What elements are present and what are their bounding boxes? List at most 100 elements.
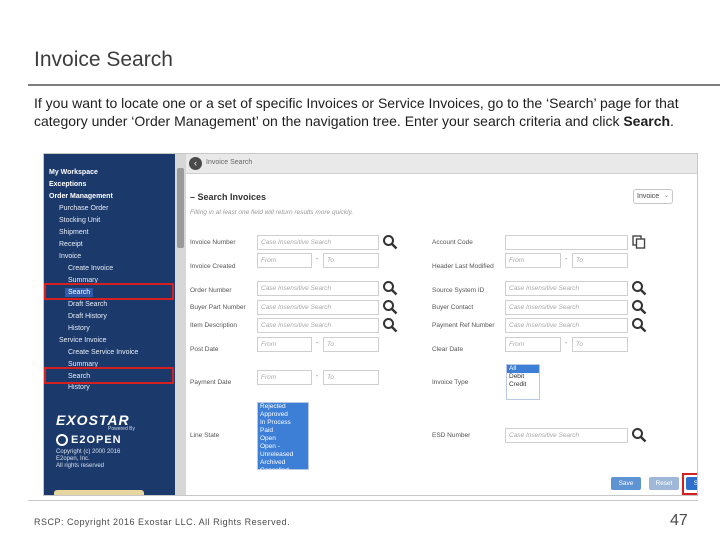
invoice-type-option[interactable]: Credit <box>507 381 539 389</box>
item-description-label: Item Description <box>190 322 237 329</box>
nav-scrollbar[interactable] <box>175 154 186 495</box>
page-topbar: ‹ Invoice Search <box>186 154 697 174</box>
payment-ref-number-search-icon[interactable] <box>631 317 647 333</box>
buyer-part-number-input[interactable]: Case Insensitive Search <box>257 300 379 315</box>
order-number-search-icon[interactable] <box>382 280 398 296</box>
source-system-id-search-icon[interactable] <box>631 280 647 296</box>
esd-number-search-icon[interactable] <box>631 427 647 443</box>
esd-number-input[interactable]: Case Insensitive Search <box>505 428 628 443</box>
back-icon[interactable]: ‹ <box>189 157 202 170</box>
description-end: . <box>670 113 674 129</box>
topbar-title: Invoice Search <box>206 159 253 166</box>
source-system-id-input[interactable]: Case Insensitive Search <box>505 281 628 296</box>
section-title[interactable]: – Search Invoices <box>190 192 266 202</box>
post-date-from[interactable]: From <box>257 337 312 352</box>
payment-ref-number-label: Payment Ref Number <box>432 322 495 329</box>
title-divider <box>28 84 720 86</box>
nav-create-service-invoice[interactable]: Create Service Invoice <box>68 348 138 357</box>
payment-date-to[interactable]: To <box>323 370 379 385</box>
nav-stocking-unit[interactable]: Stocking Unit <box>59 216 100 225</box>
search-type-select[interactable]: Invoice ⌄ <box>633 189 673 204</box>
order-number-label: Order Number <box>190 287 232 294</box>
invoice-created-to[interactable]: To <box>323 253 379 268</box>
invoice-number-label: Invoice Number <box>190 239 236 246</box>
search-type-value: Invoice <box>637 193 660 200</box>
source-system-id-label: Source System ID <box>432 287 485 294</box>
nav-invoice[interactable]: Invoice <box>59 252 81 261</box>
nav-service-invoice-history[interactable]: History <box>68 383 90 392</box>
item-description-input[interactable]: Case Insensitive Search <box>257 318 379 333</box>
buyer-contact-search-icon[interactable] <box>631 299 647 315</box>
nav-order-management[interactable]: Order Management <box>49 192 113 201</box>
line-state-option[interactable]: Archived <box>258 459 308 467</box>
invoice-number-search-icon[interactable] <box>382 234 398 250</box>
header-last-modified-from[interactable]: From <box>505 253 561 268</box>
nav-bottom-tab[interactable] <box>54 490 144 495</box>
date-range-dash: - <box>565 340 568 347</box>
buyer-contact-input[interactable]: Case Insensitive Search <box>505 300 628 315</box>
search-hint: Filling in at least one field will retur… <box>190 209 354 216</box>
header-last-modified-label: Header Last Modified <box>432 263 494 270</box>
payment-date-label: Payment Date <box>190 379 232 386</box>
line-state-option[interactable]: In Process <box>258 419 308 427</box>
invoice-type-option[interactable]: Debit <box>507 373 539 381</box>
invoice-type-label: Invoice Type <box>432 379 469 386</box>
post-date-label: Post Date <box>190 346 219 353</box>
footer-copyright: RSCP: Copyright 2016 Exostar LLC. All Ri… <box>34 517 291 527</box>
date-range-dash: - <box>316 340 319 347</box>
highlight-invoice-search <box>44 283 174 300</box>
nav-receipt[interactable]: Receipt <box>59 240 83 249</box>
nav-draft-search[interactable]: Draft Search <box>68 300 107 309</box>
esd-number-label: ESD Number <box>432 432 471 439</box>
nav-exceptions[interactable]: Exceptions <box>49 180 86 189</box>
buyer-contact-label: Buyer Contact <box>432 304 474 311</box>
exostar-logo: EXOSTAR Powered By E2OPEN Copyright (c) … <box>56 412 166 470</box>
clear-date-to[interactable]: To <box>572 337 628 352</box>
copyright-line: All rights reserved <box>56 463 105 469</box>
description-bold-search: Search <box>623 113 671 129</box>
nav-draft-history[interactable]: Draft History <box>68 312 107 321</box>
invoice-number-input[interactable]: Case Insensitive Search <box>257 235 379 250</box>
clear-date-from[interactable]: From <box>505 337 561 352</box>
line-state-option[interactable]: Cancelled <box>258 467 308 475</box>
line-state-listbox[interactable]: Rejected Approved In Process Paid Open O… <box>257 402 309 474</box>
line-state-option[interactable]: Paid <box>258 427 308 435</box>
chevron-down-icon: ⌄ <box>663 193 669 199</box>
line-state-option[interactable]: Approved <box>258 411 308 419</box>
buyer-part-number-search-icon[interactable] <box>382 299 398 315</box>
copy-icon[interactable] <box>632 235 646 249</box>
reset-button[interactable]: Reset <box>649 477 679 490</box>
invoice-type-option[interactable]: All <box>507 365 539 373</box>
powered-by-label: Powered By <box>108 426 135 432</box>
buyer-part-number-label: Buyer Part Number <box>190 304 246 311</box>
page-number: 47 <box>670 512 688 529</box>
invoice-created-from[interactable]: From <box>257 253 312 268</box>
header-last-modified-to[interactable]: To <box>572 253 628 268</box>
copyright-line: Copyright (c) 2000 2016 <box>56 449 121 455</box>
payment-date-from[interactable]: From <box>257 370 312 385</box>
nav-shipment[interactable]: Shipment <box>59 228 89 237</box>
invoice-created-label: Invoice Created <box>190 263 236 270</box>
nav-create-invoice[interactable]: Create Invoice <box>68 264 113 273</box>
nav-purchase-order[interactable]: Purchase Order <box>59 204 108 213</box>
account-code-input[interactable] <box>505 235 628 250</box>
description-text: If you want to locate one or a set of sp… <box>34 95 679 129</box>
date-range-dash: - <box>316 256 319 263</box>
line-state-option[interactable]: Open - Unreleased <box>258 443 308 459</box>
order-number-input[interactable]: Case Insensitive Search <box>257 281 379 296</box>
highlight-service-invoice-search <box>44 367 174 384</box>
main-content: ‹ Invoice Search – Search Invoices Filli… <box>186 154 697 495</box>
navigation-tree: My Workspace Exceptions Order Management… <box>44 154 186 495</box>
clear-date-label: Clear Date <box>432 346 464 353</box>
post-date-to[interactable]: To <box>323 337 379 352</box>
line-state-option[interactable]: Rejected <box>258 403 308 411</box>
line-state-option[interactable]: Open <box>258 435 308 443</box>
nav-invoice-history[interactable]: History <box>68 324 90 333</box>
payment-ref-number-input[interactable]: Case Insensitive Search <box>505 318 628 333</box>
item-description-search-icon[interactable] <box>382 317 398 333</box>
invoice-type-listbox[interactable]: All Debit Credit <box>506 364 540 400</box>
nav-service-invoice[interactable]: Service Invoice <box>59 336 106 345</box>
nav-scrollbar-thumb[interactable] <box>177 168 184 248</box>
nav-my-workspace[interactable]: My Workspace <box>49 168 98 177</box>
save-button[interactable]: Save <box>611 477 641 490</box>
